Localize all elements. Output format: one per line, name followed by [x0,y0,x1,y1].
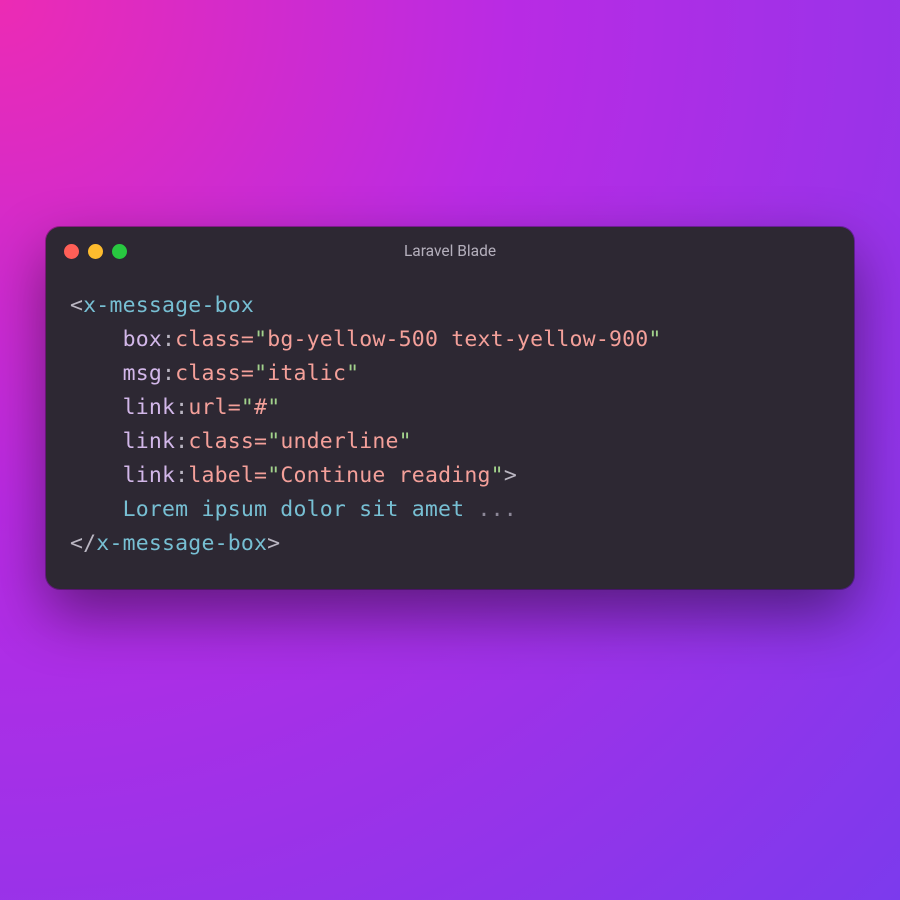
window-title: Laravel Blade [46,242,854,260]
traffic-lights [64,244,127,259]
slot-content: Lorem ipsum dolor sit amet [123,497,465,522]
opening-tag: x-message-box [83,293,254,318]
close-icon[interactable] [64,244,79,259]
titlebar: Laravel Blade [46,227,854,275]
closing-tag: x-message-box [96,531,267,556]
maximize-icon[interactable] [112,244,127,259]
code-block: <x-message-box box:class="bg-yellow-500 … [46,275,854,589]
minimize-icon[interactable] [88,244,103,259]
code-window: Laravel Blade <x-message-box box:class="… [46,227,854,589]
